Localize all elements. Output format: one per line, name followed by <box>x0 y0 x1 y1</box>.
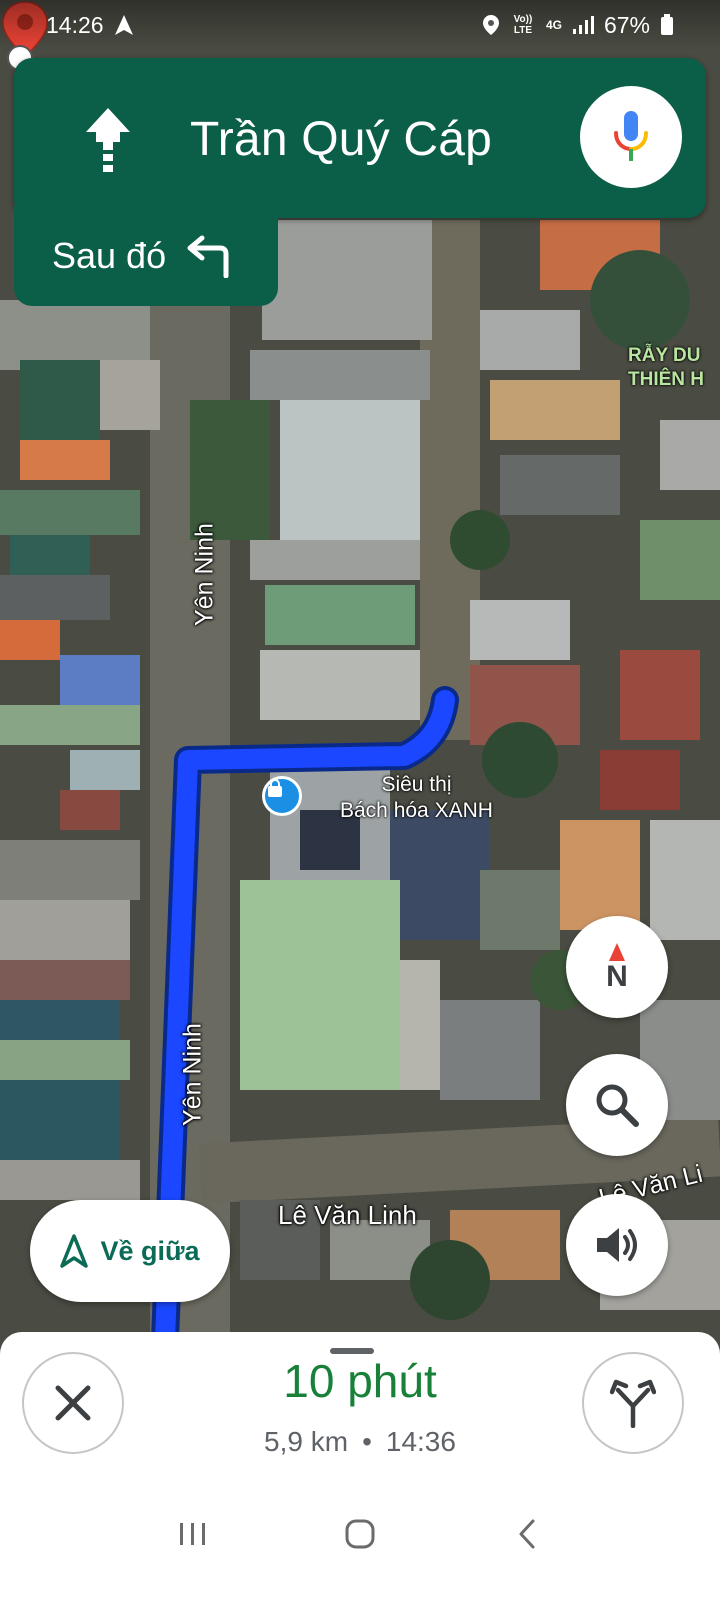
microphone-icon <box>614 111 648 161</box>
place-label-line: RẪY DU <box>628 345 701 366</box>
search-icon <box>596 1084 639 1127</box>
system-navigation-bar <box>0 1468 720 1600</box>
road-label-le-van-linh: Lê Văn Linh <box>278 1200 417 1230</box>
compass-needle-icon <box>609 943 625 961</box>
poi-name-line: Bách hóa XANH <box>340 799 493 822</box>
volume-icon <box>597 1228 637 1262</box>
clock: 14:26 <box>46 11 104 38</box>
poi-name-line: Siêu thị <box>381 773 452 796</box>
battery-icon <box>661 14 673 35</box>
home-icon <box>345 1519 375 1549</box>
shopping-bag-icon[interactable] <box>262 776 302 816</box>
recenter-label: Về giữa <box>100 1235 200 1266</box>
place-label-line: THIÊN H <box>628 369 704 390</box>
back-icon <box>519 1519 535 1549</box>
then-label: Sau đó <box>52 235 167 276</box>
street-name: Trần Quý Cáp <box>190 113 493 166</box>
back-button[interactable] <box>497 1504 557 1564</box>
status-bar: 14:26 Vo)) LTE 4G 67% <box>0 0 720 50</box>
home-button[interactable] <box>330 1504 390 1564</box>
arrival-time: 14:36 <box>385 1426 456 1457</box>
battery-percent: 67% <box>603 11 650 38</box>
separator: • <box>362 1426 372 1457</box>
route-split-icon <box>610 1379 656 1428</box>
place-label: RẪY DU THIÊN H <box>628 344 704 392</box>
4g-indicator: 4G <box>545 17 562 32</box>
sound-button[interactable] <box>566 1194 668 1296</box>
location-icon <box>482 15 499 35</box>
turn-left-arrow-icon <box>187 235 229 278</box>
recent-apps-icon <box>180 1523 206 1545</box>
compass-button[interactable]: N <box>566 916 668 1018</box>
compass-label: N <box>606 960 628 993</box>
lte-indicator: Vo)) LTE <box>513 14 533 36</box>
road-label-yen-ninh: Yên Ninh <box>178 1023 207 1126</box>
trip-distance: 5,9 km <box>264 1426 349 1457</box>
straight-arrow-icon <box>86 108 130 172</box>
navigation-arrow-icon <box>60 1234 89 1268</box>
search-along-route-button[interactable] <box>566 1054 668 1156</box>
signal-icon <box>572 16 594 34</box>
road-label-yen-ninh: Yên Ninh <box>190 523 219 626</box>
recenter-button[interactable]: Về giữa <box>30 1200 230 1302</box>
navigation-arrow-icon <box>114 15 133 35</box>
alternate-routes-button[interactable] <box>582 1352 684 1454</box>
navigation-banner[interactable]: Trần Quý Cáp <box>14 58 706 218</box>
next-maneuver-panel[interactable]: Sau đó <box>14 206 278 306</box>
poi-label[interactable]: Siêu thị Bách hóa XANH <box>340 772 493 824</box>
voice-search-button[interactable] <box>580 86 682 188</box>
recent-apps-button[interactable] <box>163 1504 223 1564</box>
